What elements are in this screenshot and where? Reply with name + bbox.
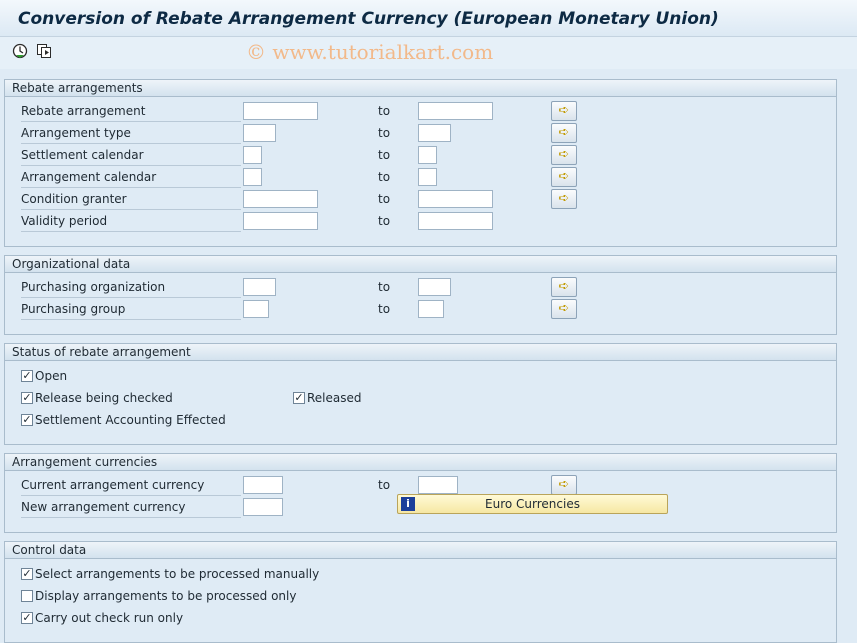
group-organizational-data: Organizational data Purchasing organizat… (4, 255, 837, 335)
validity-period-from-input[interactable] (243, 212, 318, 230)
label-current-arrangement-currency: Current arrangement currency (21, 475, 241, 496)
get-variant-icon[interactable] (36, 43, 52, 59)
group-title: Control data (5, 542, 836, 559)
label-condition-granter: Condition granter (21, 189, 241, 210)
group-title: Rebate arrangements (5, 80, 836, 97)
check-run-only-checkbox[interactable]: ✓ (21, 612, 33, 624)
settlement-accounting-effected-checkbox[interactable]: ✓ (21, 414, 33, 426)
label-purchasing-group: Purchasing group (21, 299, 241, 320)
arrangement-type-to-input[interactable] (418, 124, 451, 142)
group-control-data: Control data ✓ Select arrangements to be… (4, 541, 837, 643)
release-being-checked-checkbox[interactable]: ✓ (21, 392, 33, 404)
condition-granter-to-input[interactable] (418, 190, 493, 208)
to-label: to (378, 126, 391, 140)
euro-currencies-label: Euro Currencies (485, 497, 580, 511)
purchasing-organization-from-input[interactable] (243, 278, 276, 296)
multiple-selection-button[interactable]: ➪ (551, 145, 577, 165)
condition-granter-from-input[interactable] (243, 190, 318, 208)
settlement-accounting-effected-label: Settlement Accounting Effected (35, 413, 226, 427)
settlement-calendar-from-input[interactable] (243, 146, 262, 164)
multiple-selection-button[interactable]: ➪ (551, 299, 577, 319)
group-status: Status of rebate arrangement ✓ Open ✓ Re… (4, 343, 837, 445)
display-only-checkbox[interactable] (21, 590, 33, 602)
group-rebate-arrangements: Rebate arrangements Rebate arrangement t… (4, 79, 837, 247)
label-arrangement-calendar: Arrangement calendar (21, 167, 241, 188)
group-title: Organizational data (5, 256, 836, 273)
multiple-selection-button[interactable]: ➪ (551, 475, 577, 495)
arrangement-type-from-input[interactable] (243, 124, 276, 142)
to-label: to (378, 170, 391, 184)
euro-currencies-button[interactable]: i Euro Currencies (397, 494, 668, 514)
multiple-selection-button[interactable]: ➪ (551, 189, 577, 209)
open-checkbox[interactable]: ✓ (21, 370, 33, 382)
display-only-label: Display arrangements to be processed onl… (35, 589, 297, 603)
arrangement-calendar-from-input[interactable] (243, 168, 262, 186)
purchasing-group-to-input[interactable] (418, 300, 444, 318)
label-arrangement-type: Arrangement type (21, 123, 241, 144)
to-label: to (378, 192, 391, 206)
page-title: Conversion of Rebate Arrangement Currenc… (18, 9, 719, 29)
multiple-selection-button[interactable]: ➪ (551, 123, 577, 143)
label-purchasing-organization: Purchasing organization (21, 277, 241, 298)
to-label: to (378, 478, 391, 492)
to-label: to (378, 214, 391, 228)
group-title: Arrangement currencies (5, 454, 836, 471)
label-rebate-arrangement: Rebate arrangement (21, 101, 241, 122)
validity-period-to-input[interactable] (418, 212, 493, 230)
title-bar: Conversion of Rebate Arrangement Currenc… (0, 0, 857, 37)
open-label: Open (35, 369, 68, 383)
check-run-only-label: Carry out check run only (35, 611, 184, 625)
purchasing-organization-to-input[interactable] (418, 278, 451, 296)
select-manually-checkbox[interactable]: ✓ (21, 568, 33, 580)
purchasing-group-from-input[interactable] (243, 300, 269, 318)
group-title: Status of rebate arrangement (5, 344, 836, 361)
to-label: to (378, 104, 391, 118)
to-label: to (378, 280, 391, 294)
multiple-selection-button[interactable]: ➪ (551, 277, 577, 297)
label-settlement-calendar: Settlement calendar (21, 145, 241, 166)
multiple-selection-button[interactable]: ➪ (551, 167, 577, 187)
current-currency-from-input[interactable] (243, 476, 283, 494)
to-label: to (378, 148, 391, 162)
multiple-selection-button[interactable]: ➪ (551, 101, 577, 121)
group-arrangement-currencies: Arrangement currencies Current arrangeme… (4, 453, 837, 533)
new-currency-input[interactable] (243, 498, 283, 516)
released-checkbox[interactable]: ✓ (293, 392, 305, 404)
arrangement-calendar-to-input[interactable] (418, 168, 437, 186)
watermark: © www.tutorialkart.com (246, 40, 494, 64)
execute-icon[interactable] (12, 43, 28, 59)
to-label: to (378, 302, 391, 316)
rebate-arrangement-to-input[interactable] (418, 102, 493, 120)
label-validity-period: Validity period (21, 211, 241, 232)
rebate-arrangement-from-input[interactable] (243, 102, 318, 120)
current-currency-to-input[interactable] (418, 476, 458, 494)
settlement-calendar-to-input[interactable] (418, 146, 437, 164)
select-manually-label: Select arrangements to be processed manu… (35, 567, 320, 581)
released-label: Released (307, 391, 362, 405)
release-being-checked-label: Release being checked (35, 391, 173, 405)
label-new-arrangement-currency: New arrangement currency (21, 497, 241, 518)
